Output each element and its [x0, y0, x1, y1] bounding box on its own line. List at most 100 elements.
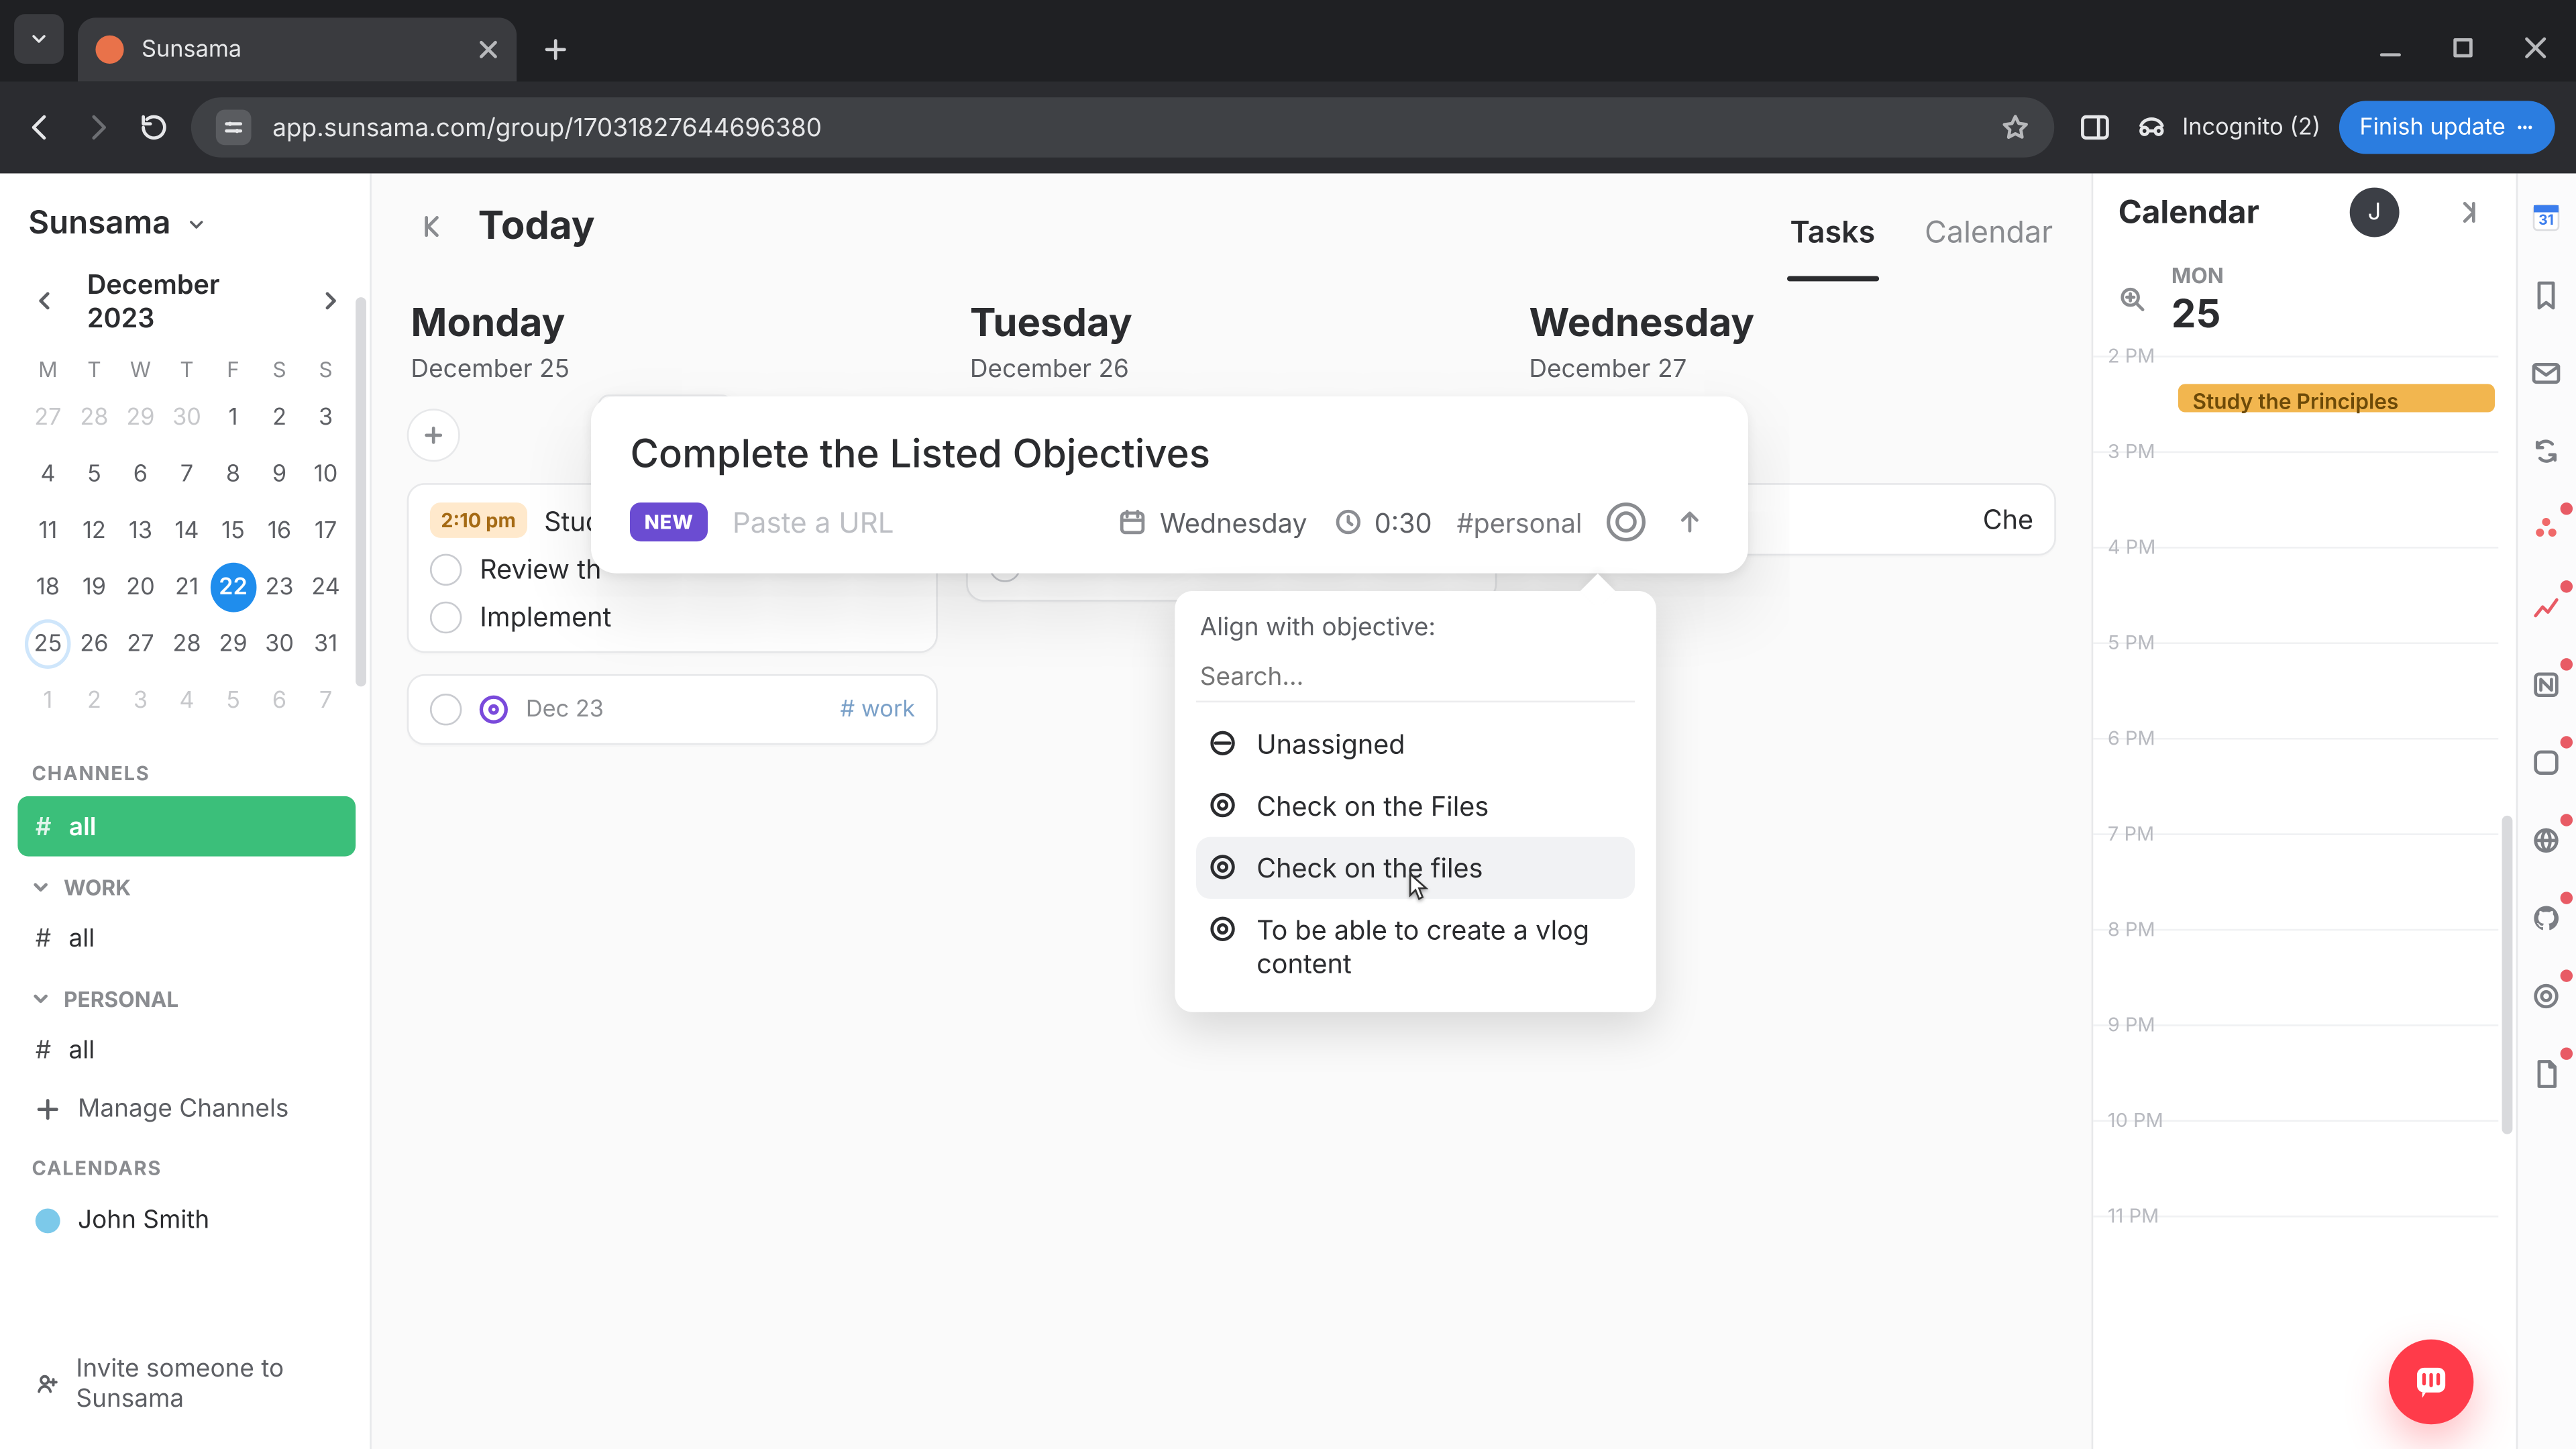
calendar-day[interactable]: 30 [164, 393, 210, 443]
calendar-day[interactable]: 26 [71, 619, 117, 669]
calendar-day[interactable]: 28 [71, 393, 117, 443]
invite-button[interactable]: Invite someone to Sunsama [17, 1340, 356, 1428]
objective-option[interactable]: Check on the Files [1197, 775, 1635, 837]
calendar-day[interactable]: 27 [117, 619, 164, 669]
calendar-day[interactable]: 13 [117, 506, 164, 555]
calendar-day[interactable]: 25 [25, 619, 71, 669]
calendar-day[interactable]: 8 [210, 449, 256, 499]
avatar[interactable]: J [2350, 188, 2400, 237]
channel-work-all[interactable]: # all [17, 908, 356, 968]
calendar-day[interactable]: 21 [164, 563, 210, 612]
calendar-day[interactable]: 17 [303, 506, 349, 555]
calendar-day[interactable]: 1 [210, 393, 256, 443]
asana-icon[interactable] [2524, 506, 2570, 552]
calendar-day[interactable]: 4 [25, 449, 71, 499]
mail-icon[interactable] [2524, 350, 2570, 396]
calendar-day[interactable]: 6 [117, 449, 164, 499]
manage-channels-button[interactable]: Manage Channels [17, 1079, 356, 1138]
workspace-switcher[interactable]: Sunsama [17, 195, 356, 256]
calendar-day[interactable]: 9 [256, 449, 303, 499]
calendar-day[interactable]: 24 [303, 563, 349, 612]
calendar-scrollbar[interactable] [2502, 816, 2513, 1134]
calendar-day[interactable]: 5 [71, 449, 117, 499]
calendar-event[interactable]: Study the Principles [2178, 384, 2495, 412]
intercom-launcher[interactable] [2389, 1340, 2474, 1425]
task-date-chip[interactable]: Wednesday [1118, 505, 1307, 539]
task-duration-chip[interactable]: 0:30 [1332, 505, 1432, 539]
calendar-day[interactable]: 4 [164, 676, 210, 726]
reload-button[interactable] [134, 108, 173, 147]
task-checkbox[interactable] [430, 553, 462, 584]
forward-button[interactable] [78, 108, 117, 147]
maximize-icon[interactable] [2453, 37, 2474, 58]
paste-url-hint[interactable]: Paste a URL [733, 504, 894, 540]
calendar-day[interactable]: 16 [256, 506, 303, 555]
calendar-day[interactable]: 1 [25, 676, 71, 726]
back-button[interactable] [21, 108, 60, 147]
photos-icon[interactable] [2524, 740, 2570, 786]
calendar-day[interactable]: 7 [164, 449, 210, 499]
close-window-icon[interactable] [2523, 36, 2548, 60]
task-checkbox[interactable] [430, 694, 462, 725]
objective-search-input[interactable] [1197, 653, 1635, 702]
analytics-icon[interactable] [2524, 584, 2570, 630]
bookmark-star-icon[interactable] [2002, 113, 2030, 142]
objective-picker-button[interactable] [1607, 502, 1646, 541]
calendar-day[interactable]: 6 [256, 676, 303, 726]
next-month-button[interactable] [311, 281, 349, 320]
calendar-day[interactable]: 11 [25, 506, 71, 555]
task-title-input[interactable]: Complete the Listed Objectives [630, 432, 1709, 478]
tab-calendar[interactable]: Calendar [1925, 216, 2053, 280]
close-tab-icon[interactable] [478, 39, 499, 60]
time-grid[interactable]: 2 PM3 PM4 PM5 PM6 PM7 PM8 PM9 PM10 PM11 … [2094, 356, 2516, 1438]
add-task-button[interactable] [407, 409, 460, 462]
prev-month-button[interactable] [25, 281, 62, 320]
zoom-icon[interactable] [2118, 284, 2147, 312]
task-channel-chip[interactable]: #personal [1456, 505, 1582, 539]
minimize-icon[interactable] [2378, 36, 2403, 60]
sidebar-scrollbar[interactable] [356, 280, 367, 1432]
globe-icon[interactable] [2524, 818, 2570, 864]
sidepanel-icon[interactable] [2073, 105, 2119, 151]
bookmark-icon[interactable] [2524, 272, 2570, 319]
work-group[interactable]: WORK [17, 857, 356, 908]
tab-tasks[interactable]: Tasks [1790, 216, 1875, 280]
calendar-day[interactable]: 20 [117, 563, 164, 612]
calendar-day[interactable]: 29 [117, 393, 164, 443]
calendar-day[interactable]: 29 [210, 619, 256, 669]
file-icon[interactable] [2524, 1051, 2570, 1097]
task-card[interactable]: Dec 23# work [407, 674, 938, 745]
calendar-day[interactable]: 23 [256, 563, 303, 612]
submit-task-button[interactable] [1670, 502, 1709, 541]
finish-update-button[interactable]: Finish update [2339, 101, 2555, 154]
calendar-day[interactable]: 2 [256, 393, 303, 443]
calendar-day[interactable]: 27 [25, 393, 71, 443]
calendar-day[interactable]: 2 [71, 676, 117, 726]
calendar-account[interactable]: John Smith [17, 1191, 356, 1249]
channel-all[interactable]: # all [17, 796, 356, 857]
task-checkbox[interactable] [430, 600, 462, 632]
google-calendar-icon[interactable]: 31 [2524, 195, 2570, 241]
site-settings-icon[interactable] [216, 110, 252, 146]
calendar-day[interactable]: 10 [303, 449, 349, 499]
target-icon[interactable] [2524, 973, 2570, 1020]
tab-search-button[interactable] [14, 14, 64, 64]
calendar-day[interactable]: 3 [303, 393, 349, 443]
notion-icon[interactable] [2524, 661, 2570, 708]
collapse-sidebar-button[interactable] [411, 203, 457, 250]
calendar-day[interactable]: 30 [256, 619, 303, 669]
channel-personal-all[interactable]: # all [17, 1019, 356, 1079]
calendar-day[interactable]: 7 [303, 676, 349, 726]
objective-option[interactable]: Unassigned [1197, 713, 1635, 775]
calendar-day[interactable]: 22 [210, 563, 256, 612]
personal-group[interactable]: PERSONAL [17, 968, 356, 1019]
calendar-day[interactable]: 14 [164, 506, 210, 555]
incognito-indicator[interactable]: Incognito (2) [2136, 111, 2320, 143]
sync-icon[interactable] [2524, 428, 2570, 474]
expand-panel-button[interactable] [2445, 189, 2491, 235]
calendar-day[interactable]: 15 [210, 506, 256, 555]
browser-tab[interactable]: Sunsama [78, 17, 517, 81]
calendar-day[interactable]: 5 [210, 676, 256, 726]
calendar-day[interactable]: 19 [71, 563, 117, 612]
github-icon[interactable] [2524, 896, 2570, 942]
